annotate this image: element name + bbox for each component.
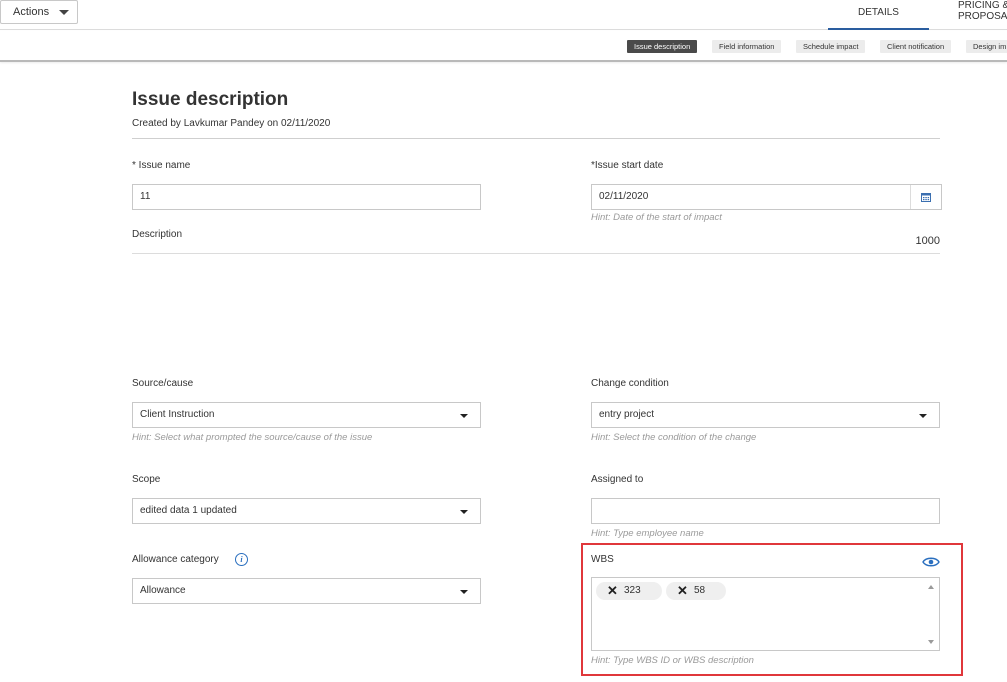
wbs-hint: Hint: Type WBS ID or WBS description — [591, 655, 754, 666]
tab-details[interactable]: DETAILS — [828, 0, 929, 30]
section-pill-issue-description[interactable]: Issue description — [627, 40, 698, 53]
wbs-chip-label: 323 — [624, 585, 641, 596]
scroll-down-arrow[interactable] — [928, 640, 934, 644]
calendar-icon — [921, 193, 931, 202]
wbs-chip-label: 58 — [694, 585, 706, 596]
chevron-down-icon — [460, 510, 468, 514]
allowance-category-select[interactable]: Allowance — [132, 578, 481, 604]
scope-label: Scope — [132, 474, 161, 485]
change-condition-select[interactable]: entry project — [591, 402, 940, 428]
chevron-down-icon — [460, 590, 468, 594]
tab-pricing-proposal[interactable]: PRICING & PROPOSAL — [958, 0, 1007, 30]
description-char-counter: 1000 — [915, 235, 940, 247]
issue-start-date-label: *Issue start date — [591, 160, 664, 171]
source-cause-select[interactable]: Client Instruction — [132, 402, 481, 428]
page-subtitle: Created by Lavkumar Pandey on 02/11/2020 — [132, 118, 331, 129]
close-icon[interactable]: ✕ — [677, 582, 688, 600]
top-bar: Actions DETAILS PRICING & PROPOSAL — [0, 0, 1007, 30]
assigned-to-label: Assigned to — [591, 474, 644, 485]
scroll-up-arrow[interactable] — [928, 585, 934, 589]
actions-dropdown[interactable]: Actions — [0, 0, 78, 24]
issue-name-value: 11 — [140, 191, 151, 202]
issue-start-date-hint: Hint: Date of the start of impact — [591, 212, 722, 223]
allowance-category-label: Allowance category — [132, 554, 219, 565]
calendar-button[interactable] — [910, 185, 941, 209]
issue-start-date-input[interactable]: 02/11/2020 — [591, 184, 942, 210]
section-pill-field-information[interactable]: Field information — [712, 40, 782, 53]
eye-icon[interactable] — [922, 556, 940, 568]
assigned-to-input[interactable] — [591, 498, 940, 524]
section-pill-design-impact[interactable]: Design im — [966, 40, 1007, 53]
close-icon[interactable]: ✕ — [607, 582, 618, 600]
section-pill-schedule-impact[interactable]: Schedule impact — [796, 40, 866, 53]
scope-value: edited data 1 updated — [140, 505, 237, 516]
issue-name-input[interactable]: 11 — [132, 184, 481, 210]
wbs-chip: ✕ 58 — [666, 582, 726, 600]
page-title: Issue description — [132, 89, 289, 110]
assigned-to-hint: Hint: Type employee name — [591, 528, 704, 539]
actions-label: Actions — [13, 6, 50, 18]
chevron-down-icon — [59, 10, 69, 15]
issue-name-label: * Issue name — [132, 160, 191, 171]
source-cause-label: Source/cause — [132, 378, 194, 389]
change-condition-value: entry project — [599, 409, 655, 420]
chevron-down-icon — [460, 414, 468, 418]
chevron-down-icon — [919, 414, 927, 418]
divider — [132, 138, 940, 139]
description-label: Description — [132, 229, 183, 240]
description-input[interactable] — [132, 253, 940, 254]
change-condition-hint: Hint: Select the condition of the change — [591, 432, 757, 443]
source-cause-value: Client Instruction — [140, 409, 215, 420]
wbs-multiselect-input[interactable]: ✕ 323 ✕ 58 — [591, 577, 940, 651]
source-cause-hint: Hint: Select what prompted the source/ca… — [132, 432, 373, 443]
scope-select[interactable]: edited data 1 updated — [132, 498, 481, 524]
wbs-chip: ✕ 323 — [596, 582, 662, 600]
section-nav: Issue description Field information Sche… — [0, 31, 1007, 62]
wbs-label: WBS — [591, 554, 614, 565]
change-condition-label: Change condition — [591, 378, 669, 389]
issue-start-date-value: 02/11/2020 — [599, 191, 649, 202]
info-icon[interactable]: i — [235, 553, 248, 566]
section-pill-client-notification[interactable]: Client notification — [880, 40, 952, 53]
allowance-category-value: Allowance — [140, 585, 186, 596]
